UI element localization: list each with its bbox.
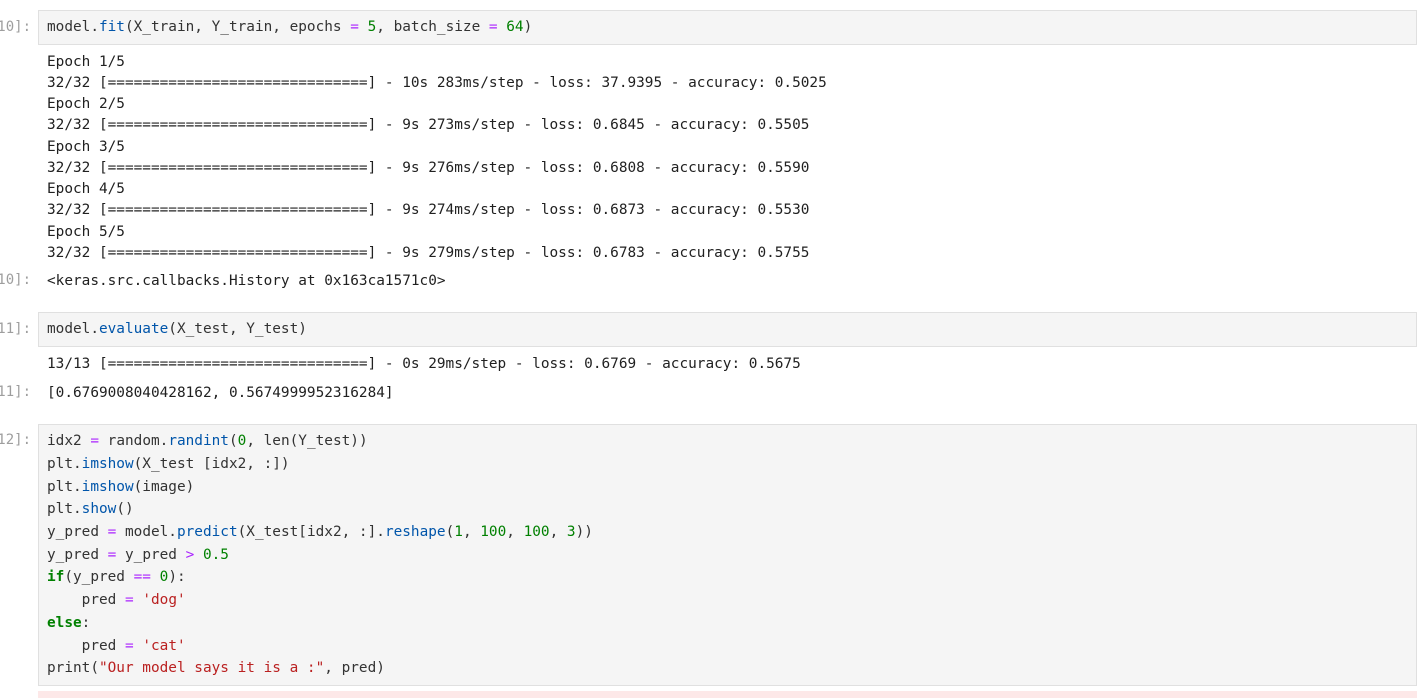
code-line: else:	[47, 615, 91, 631]
code-line: plt.show()	[47, 501, 134, 517]
result-output: <keras.src.callbacks.History at 0x163ca1…	[47, 273, 446, 289]
code-line: if(y_pred == 0):	[47, 569, 186, 585]
code-line: plt.imshow(X_test [idx2, :])	[47, 456, 290, 472]
code-cell-12[interactable]: idx2 = random.randint(0, len(Y_test)) pl…	[38, 424, 1417, 686]
stream-output-line: 32/32 [==============================] -…	[47, 160, 810, 176]
code-line: pred = 'dog'	[81, 592, 186, 608]
output-prompt-11: 11]:	[0, 384, 31, 400]
stream-output-line: Epoch 1/5	[47, 54, 125, 70]
stream-output-line: 32/32 [==============================] -…	[47, 202, 810, 218]
input-prompt-10: 10]:	[0, 19, 31, 35]
code-line: model.evaluate(X_test, Y_test)	[47, 321, 307, 337]
code-cell-11[interactable]: model.evaluate(X_test, Y_test)	[38, 312, 1417, 347]
stream-output-line: Epoch 4/5	[47, 181, 125, 197]
output-prompt-10: 10]:	[0, 272, 31, 288]
stream-output-line: 32/32 [==============================] -…	[47, 75, 827, 91]
code-line: idx2 = random.randint(0, len(Y_test))	[47, 433, 368, 449]
stream-output-line: 32/32 [==============================] -…	[47, 117, 810, 133]
code-line: model.fit(X_train, Y_train, epochs = 5, …	[47, 19, 533, 35]
stream-output-line: Epoch 5/5	[47, 224, 125, 240]
stream-output-line: 32/32 [==============================] -…	[47, 245, 810, 261]
stream-output-line: 13/13 [==============================] -…	[47, 356, 801, 372]
code-line: print("Our model says it is a :", pred)	[47, 660, 385, 676]
code-line: pred = 'cat'	[81, 638, 186, 654]
stream-output-line: Epoch 2/5	[47, 96, 125, 112]
error-output-strip	[38, 691, 1417, 698]
input-prompt-12: 12]:	[0, 432, 31, 448]
result-output: [0.6769008040428162, 0.5674999952316284]	[47, 385, 394, 401]
code-line: y_pred = y_pred > 0.5	[47, 547, 229, 563]
code-line: plt.imshow(image)	[47, 479, 195, 495]
code-cell-10[interactable]: model.fit(X_train, Y_train, epochs = 5, …	[38, 10, 1417, 45]
code-line: y_pred = model.predict(X_test[idx2, :].r…	[47, 524, 593, 540]
stream-output-line: Epoch 3/5	[47, 139, 125, 155]
input-prompt-11: 11]:	[0, 321, 31, 337]
